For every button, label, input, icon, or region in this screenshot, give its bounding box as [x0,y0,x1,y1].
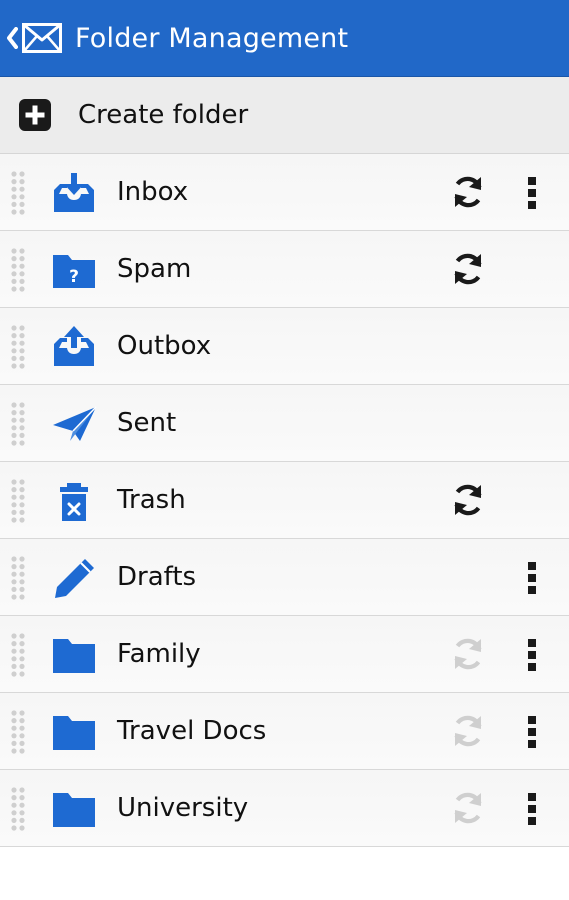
outbox-icon [50,326,98,368]
drag-handle-icon[interactable] [10,633,26,677]
overflow-menu-icon[interactable] [520,714,544,750]
overflow-menu-icon[interactable] [520,560,544,596]
folder-row[interactable]: Outbox [0,308,569,385]
drag-handle-icon[interactable] [10,556,26,600]
add-icon [18,98,52,132]
folder-name: Family [117,639,201,669]
folder-row[interactable]: ? Spam [0,231,569,308]
folder-icon [50,711,98,753]
sync-icon[interactable] [449,173,487,211]
app-bar: Folder Management [0,0,569,77]
folder-row[interactable]: Drafts [0,539,569,616]
folder-icon [50,788,98,830]
folder-name: Sent [117,408,177,438]
folder-name: Inbox [117,177,189,207]
overflow-menu-icon[interactable] [520,791,544,827]
folder-row[interactable]: Inbox [0,154,569,231]
svg-text:?: ? [69,267,79,287]
overflow-menu-icon[interactable] [520,637,544,673]
create-folder-label: Create folder [78,100,249,130]
folder-name: Spam [117,254,192,284]
drag-handle-icon[interactable] [10,710,26,754]
folder-row[interactable]: University [0,770,569,847]
folder-name: Drafts [117,562,197,592]
overflow-menu-icon[interactable] [520,175,544,211]
folder-row[interactable]: Sent [0,385,569,462]
back-chevron-icon[interactable] [0,0,18,77]
sync-icon[interactable] [449,481,487,519]
folder-row[interactable]: Travel Docs [0,693,569,770]
page-title: Folder Management [75,22,349,54]
sync-icon[interactable] [449,712,487,750]
folder-row[interactable]: Family [0,616,569,693]
folder-name: Travel Docs [117,716,267,746]
create-folder-button[interactable]: Create folder [0,77,569,154]
sync-icon[interactable] [449,789,487,827]
folder-name: University [117,793,249,823]
inbox-icon [50,172,98,214]
spam-folder-icon: ? [50,249,98,291]
drag-handle-icon[interactable] [10,325,26,369]
folder-icon [50,634,98,676]
drag-handle-icon[interactable] [10,402,26,446]
folder-list: Inbox ? Spam Outbox Sent Trash Drafts Fa… [0,154,569,847]
trash-icon [50,480,98,522]
sync-icon[interactable] [449,635,487,673]
paper-plane-icon [50,403,98,445]
drag-handle-icon[interactable] [10,248,26,292]
sync-icon[interactable] [449,250,487,288]
drag-handle-icon[interactable] [10,479,26,523]
drag-handle-icon[interactable] [10,171,26,215]
folder-name: Outbox [117,331,212,361]
folder-name: Trash [117,485,186,515]
mail-envelope-icon[interactable] [22,23,62,53]
pencil-icon [50,557,98,599]
drag-handle-icon[interactable] [10,787,26,831]
folder-row[interactable]: Trash [0,462,569,539]
